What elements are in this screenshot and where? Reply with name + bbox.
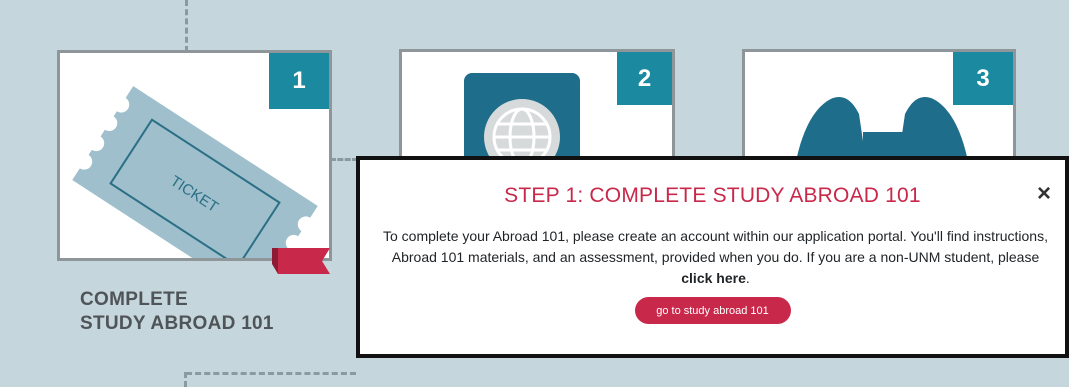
step-1-label: COMPLETE STUDY ABROAD 101 xyxy=(80,288,274,336)
step-number-badge-3: 3 xyxy=(953,52,1013,105)
step-modal: STEP 1: COMPLETE STUDY ABROAD 101 × To c… xyxy=(356,156,1069,358)
modal-body-text: To complete your Abroad 101, please crea… xyxy=(383,228,1048,265)
step-number-badge-2: 2 xyxy=(617,52,672,105)
modal-body-end: . xyxy=(745,270,750,286)
step-1-label-line1: COMPLETE xyxy=(80,289,188,310)
connector-line-bottom xyxy=(186,372,356,375)
modal-body: To complete your Abroad 101, please crea… xyxy=(382,226,1049,289)
click-here-link[interactable]: click here xyxy=(681,270,746,286)
go-to-study-abroad-button[interactable]: go to study abroad 101 xyxy=(634,297,791,324)
ribbon-marker xyxy=(272,248,330,274)
connector-line-top xyxy=(185,0,188,52)
connector-line-middle xyxy=(330,158,358,161)
connector-line-bottom-down xyxy=(184,372,187,387)
close-icon[interactable]: × xyxy=(1037,182,1051,206)
step-1-label-line2: STUDY ABROAD 101 xyxy=(80,313,274,334)
modal-title: STEP 1: COMPLETE STUDY ABROAD 101 xyxy=(504,184,921,207)
step-number-badge-1: 1 xyxy=(269,53,329,109)
step-card-1[interactable]: TICKET 1 xyxy=(57,50,332,261)
